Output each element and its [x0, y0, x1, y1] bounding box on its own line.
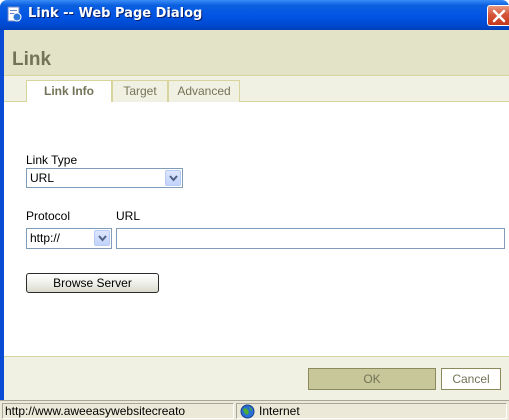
- tab-advanced[interactable]: Advanced: [168, 80, 240, 102]
- browse-server-button[interactable]: Browse Server: [26, 273, 159, 293]
- protocol-value: http://: [30, 231, 61, 245]
- ok-button[interactable]: OK: [308, 368, 436, 390]
- status-bar: http://www.aweeasywebsitecreato Internet: [0, 400, 509, 420]
- url-input[interactable]: [116, 228, 505, 249]
- tab-target[interactable]: Target: [112, 80, 168, 102]
- globe-icon: [240, 404, 255, 420]
- tab-strip: Link Info Target Advanced: [4, 80, 509, 103]
- window-title: Link -- Web Page Dialog: [28, 6, 203, 21]
- url-label: URL: [116, 209, 141, 223]
- dialog-header: Link: [4, 30, 509, 76]
- tab-link-info[interactable]: Link Info: [26, 80, 112, 103]
- link-info-panel: Link Type URL Protocol URL http:// Brows…: [4, 102, 509, 356]
- dialog-footer: OK Cancel: [4, 356, 509, 400]
- chevron-down-icon[interactable]: [94, 230, 110, 246]
- close-button[interactable]: [487, 5, 509, 26]
- link-type-select[interactable]: URL: [26, 168, 183, 188]
- link-type-value: URL: [30, 171, 55, 185]
- security-zone: Internet: [236, 403, 507, 419]
- status-url: http://www.aweeasywebsitecreato: [2, 403, 234, 419]
- dialog-heading: Link: [12, 49, 52, 70]
- window-titlebar[interactable]: Link -- Web Page Dialog: [0, 0, 509, 30]
- protocol-select[interactable]: http://: [26, 228, 112, 249]
- link-type-label: Link Type: [26, 153, 78, 167]
- chevron-down-icon[interactable]: [165, 170, 181, 186]
- ie-page-icon: [6, 6, 23, 23]
- protocol-label: Protocol: [26, 209, 71, 223]
- link-dialog: Link Link Info Target Advanced Link Type…: [4, 30, 509, 400]
- zone-label: Internet: [259, 404, 300, 418]
- cancel-button[interactable]: Cancel: [441, 368, 501, 390]
